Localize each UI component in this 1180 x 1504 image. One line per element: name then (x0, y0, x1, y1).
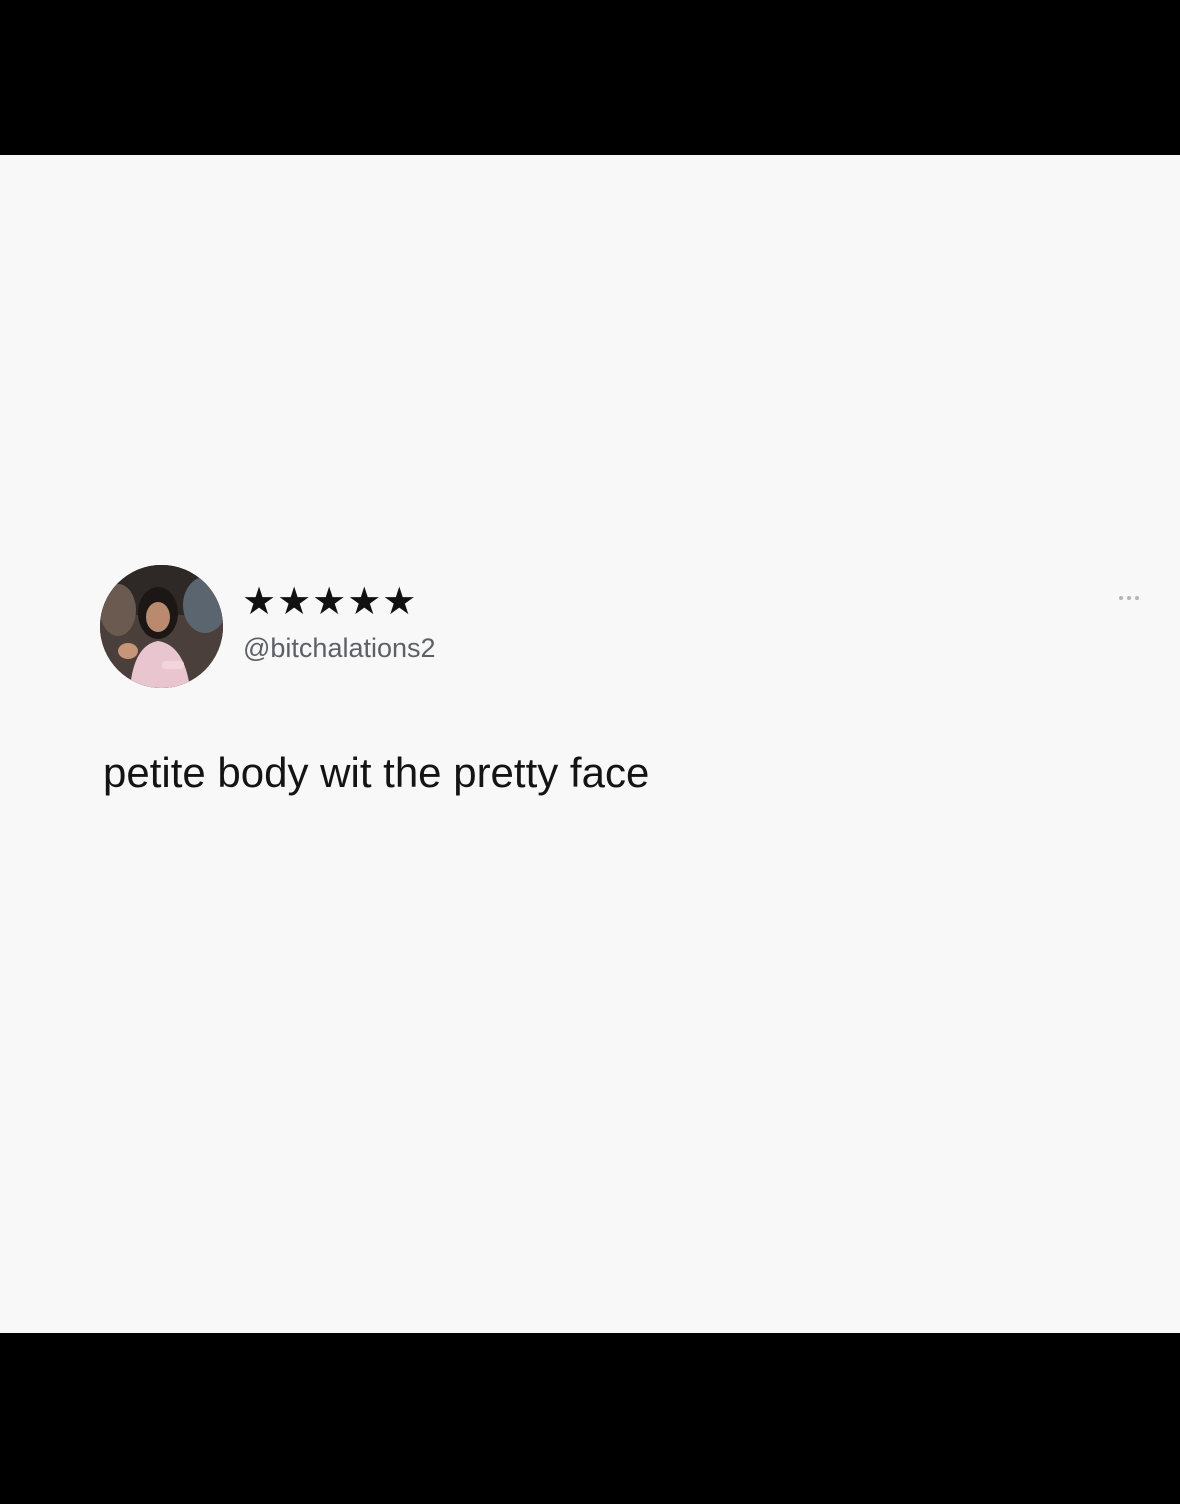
more-options-button[interactable] (1106, 587, 1152, 609)
more-horizontal-icon-dot (1135, 596, 1139, 600)
display-name[interactable]: ★★★★★ (242, 579, 417, 623)
more-horizontal-icon-dot (1127, 596, 1131, 600)
tweet-card: ★★★★★ @bitchalations2 petite body wit th… (0, 155, 1180, 1333)
tweet-text: petite body wit the pretty face (103, 749, 650, 796)
letterbox-bottom (0, 1333, 1180, 1504)
avatar-photo (100, 565, 223, 688)
letterbox-top (0, 0, 1180, 155)
more-horizontal-icon (1119, 596, 1123, 600)
avatar[interactable] (100, 565, 223, 688)
handle[interactable]: @bitchalations2 (243, 632, 436, 664)
